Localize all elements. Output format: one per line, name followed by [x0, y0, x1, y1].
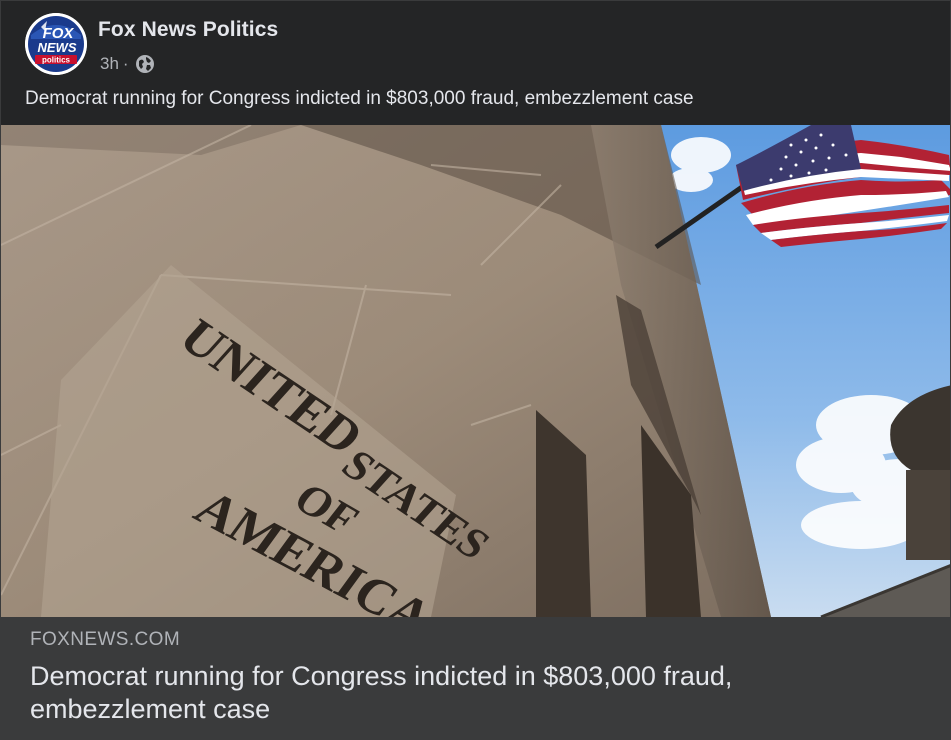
meta-separator: · [122, 54, 129, 73]
article-photo[interactable]: UNITED STATES OF AMERICA [1, 125, 950, 617]
post-caption: Democrat running for Congress indicted i… [25, 88, 694, 109]
post-header: FOX NEWS politics Fox News Politics 3h ·… [1, 1, 950, 125]
post-timestamp[interactable]: 3h [100, 54, 119, 74]
page-name[interactable]: Fox News Politics [98, 18, 278, 42]
post-card: FOX NEWS politics Fox News Politics 3h ·… [0, 0, 951, 740]
fox-news-politics-logo: FOX NEWS politics [25, 13, 87, 75]
avatar[interactable]: FOX NEWS politics [25, 13, 87, 75]
justice-department-building-image: UNITED STATES OF AMERICA [1, 125, 950, 617]
link-domain: FOXNEWS.COM [30, 629, 181, 650]
globe-icon[interactable] [135, 54, 155, 74]
link-preview[interactable]: FOXNEWS.COM Democrat running for Congres… [1, 617, 950, 739]
post-meta: 3h · [100, 53, 155, 75]
logo-text-news: NEWS [38, 40, 77, 55]
link-title[interactable]: Democrat running for Congress indicted i… [30, 660, 910, 726]
logo-text-politics: politics [42, 56, 71, 65]
